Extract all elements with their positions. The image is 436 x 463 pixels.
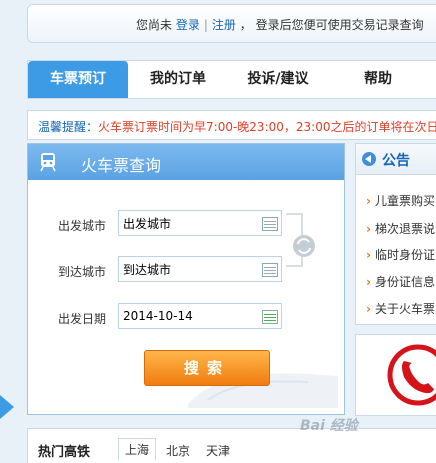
login-hint: ， 登录后您便可使用交易记录查询 xyxy=(239,18,424,32)
register-link[interactable]: 注册 xyxy=(212,18,236,32)
search-button[interactable]: 搜索 xyxy=(144,350,270,386)
announcements-header: 公告 xyxy=(356,144,436,175)
announcements-title: 公告 xyxy=(382,153,410,169)
city-tab-shanghai[interactable]: 上海 xyxy=(118,438,157,460)
panel-title: 火车票查询 xyxy=(81,156,162,175)
notice-lead: 温馨提醒： xyxy=(38,120,99,134)
watermark: Bai 经验 xyxy=(300,418,358,434)
departure-date-input[interactable] xyxy=(118,303,282,329)
tab-complaints[interactable]: 投诉/建议 xyxy=(228,61,328,98)
login-message: 您尚未 登录 | 注册 ， 登录后您便可使用交易记录查询 xyxy=(136,18,424,32)
announcement-item[interactable]: 关于火车票 xyxy=(366,300,435,317)
hot-trains-bar: 热门高铁 上海 北京 天津 xyxy=(27,428,436,463)
departure-date-label: 出发日期 xyxy=(58,312,107,326)
panel-header: 火车票查询 xyxy=(28,144,344,180)
side-arrow-icon[interactable] xyxy=(0,395,14,419)
to-city-input[interactable] xyxy=(118,256,282,282)
tab-help[interactable]: 帮助 xyxy=(328,61,428,98)
speaker-icon xyxy=(362,152,376,166)
login-prefix: 您尚未 xyxy=(136,18,173,32)
city-tab-beijing[interactable]: 北京 xyxy=(160,440,196,461)
city-picker-icon[interactable] xyxy=(262,217,278,231)
announcements-panel: 公告 儿童票购买 梯次退票说 临时身份证 身份证信息 关于火车票 xyxy=(355,143,436,325)
train-icon xyxy=(40,153,56,172)
hot-trains-title: 热门高铁 xyxy=(38,445,91,460)
from-city-label: 出发城市 xyxy=(58,219,107,233)
calendar-icon[interactable] xyxy=(262,310,278,324)
notice-text: 火车票订票时间为早7:00-晚23:00，23:00之后的订单将在次日早 xyxy=(98,120,436,134)
announcement-item[interactable]: 身份证信息 xyxy=(366,273,435,290)
login-strip: 您尚未 登录 | 注册 ， 登录后您便可使用交易记录查询 xyxy=(27,4,436,43)
tab-ticket-booking[interactable]: 车票预订 xyxy=(28,61,128,98)
phone-icon xyxy=(387,344,436,406)
from-city-input[interactable] xyxy=(118,210,282,236)
to-city-label: 到达城市 xyxy=(58,265,107,279)
city-tab-tianjin[interactable]: 天津 xyxy=(200,440,236,461)
announcement-item[interactable]: 梯次退票说 xyxy=(366,220,435,237)
ticket-query-panel: 火车票查询 出发城市 到达城市 出发日期 搜索 xyxy=(27,143,345,415)
tab-my-orders[interactable]: 我的订单 xyxy=(128,61,228,98)
main-nav: 车票预订 我的订单 投诉/建议 帮助 xyxy=(27,60,436,99)
hotline-box xyxy=(355,334,436,416)
login-link[interactable]: 登录 xyxy=(176,18,200,32)
swap-cities-icon[interactable] xyxy=(284,208,316,272)
city-picker-icon[interactable] xyxy=(262,263,278,277)
announcement-item[interactable]: 临时身份证 xyxy=(366,246,435,263)
notice-bar: 温馨提醒：火车票订票时间为早7:00-晚23:00，23:00之后的订单将在次日… xyxy=(27,110,436,140)
announcement-item[interactable]: 儿童票购买 xyxy=(366,192,435,209)
